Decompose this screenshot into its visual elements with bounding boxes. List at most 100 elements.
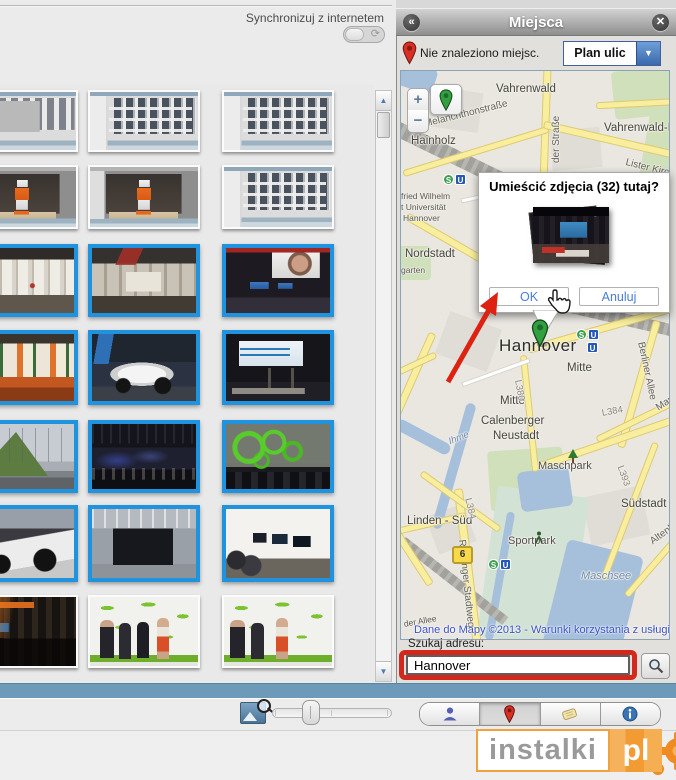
- photo-sc-face: [226, 248, 330, 313]
- people-view-button[interactable]: [420, 703, 480, 725]
- ubahn-icon: U: [588, 329, 599, 340]
- photo-sc-darkhall: [92, 424, 196, 489]
- map-zoom-in-button[interactable]: +: [407, 88, 429, 111]
- ubahn-icon: U: [500, 559, 511, 570]
- tags-view-button[interactable]: [541, 703, 601, 725]
- panel-collapse-button[interactable]: «: [403, 14, 420, 31]
- sync-toggle-knob[interactable]: [345, 28, 364, 41]
- map-label: Vahrenwald: [496, 83, 556, 95]
- photo-thumbnail[interactable]: [88, 90, 200, 152]
- map-label: Calenberger: [481, 415, 544, 427]
- photo-thumbnail[interactable]: [222, 165, 334, 229]
- logo-text: instalki: [489, 734, 597, 767]
- ubahn-icon: U: [455, 174, 466, 185]
- thumbnail-size-slider-track[interactable]: [272, 708, 392, 718]
- grid-scrollbar[interactable]: ▲ ▼: [375, 90, 392, 682]
- sbahn-icon: S: [443, 174, 454, 185]
- cancel-button[interactable]: Anuluj: [579, 287, 659, 306]
- photo-sc-robot2: [90, 167, 198, 227]
- instalki-watermark: instalki pl: [476, 729, 676, 772]
- map-zoom-out-button[interactable]: −: [407, 110, 429, 133]
- panel-title: Miejsca: [396, 9, 676, 36]
- map-label: Mitte: [567, 362, 592, 374]
- red-place-pin-icon: [402, 41, 417, 65]
- photo-thumbnail[interactable]: [88, 244, 200, 317]
- map-label: t Universität: [401, 202, 446, 212]
- photo-thumbnail[interactable]: [222, 244, 334, 317]
- thumbnail-zoom-icon: [240, 702, 266, 724]
- photo-sc-pearl: [90, 597, 198, 666]
- photo-thumbnail[interactable]: [0, 165, 78, 229]
- scroll-up-button[interactable]: ▲: [376, 91, 391, 111]
- draggable-green-pin[interactable]: [531, 319, 549, 347]
- photo-sc-shot: [224, 167, 332, 227]
- photo-sc-intel: [92, 509, 196, 578]
- photo-thumbnail[interactable]: [222, 595, 334, 668]
- no-places-status: Nie znaleziono miejsc.: [420, 46, 539, 60]
- photo-sc-hall: [0, 248, 74, 313]
- photo-thumbnail[interactable]: [0, 420, 78, 493]
- photo-stack-front: [533, 207, 609, 263]
- route-6-badge: 6: [452, 546, 473, 564]
- drop-pin-tool-button[interactable]: [430, 84, 462, 115]
- map-copyright-link[interactable]: Dane do Mapy ©2013 - Warunki korzystania…: [414, 624, 670, 636]
- photo-thumbnail[interactable]: [0, 330, 78, 405]
- photo-thumbnail[interactable]: [88, 420, 200, 493]
- photo-sc-racecar: [0, 509, 74, 578]
- pedestrian-icon: [534, 531, 544, 544]
- scrollbar-thumb[interactable]: [377, 112, 390, 138]
- top-divider: [0, 5, 392, 7]
- map-label: Südstadt: [621, 498, 666, 510]
- water-area: [400, 418, 452, 457]
- info-view-button[interactable]: [601, 703, 660, 725]
- photo-thumbnail[interactable]: [88, 505, 200, 582]
- photo-sc-shot2: [0, 92, 76, 150]
- places-view-button[interactable]: [480, 703, 540, 725]
- logo-text-box: instalki: [476, 729, 610, 772]
- tree-icon: [567, 449, 579, 464]
- photo-sc-orange: [0, 597, 76, 666]
- popup-title: Umieścić zdjęcia (32) tutaj?: [479, 179, 669, 194]
- photo-thumbnail[interactable]: [222, 90, 334, 152]
- photo-thumbnail[interactable]: [88, 165, 200, 229]
- sync-toggle[interactable]: ⟳: [343, 26, 385, 43]
- photo-sc-gallery: [226, 509, 330, 578]
- photo-thumbnail[interactable]: [222, 505, 334, 582]
- annotation-arrow: [438, 290, 508, 388]
- photo-sc-experten: [226, 334, 330, 401]
- sync-internet-label: Synchronizuj z internetem: [246, 11, 384, 25]
- photo-thumbnail[interactable]: [222, 330, 334, 405]
- photo-sc-hallred: [92, 248, 196, 313]
- tag-icon: [561, 707, 579, 721]
- panel-close-button[interactable]: ✕: [652, 14, 669, 31]
- map-label: Linden - Süd: [407, 515, 472, 527]
- map-label: der Straße: [551, 116, 562, 163]
- photo-thumbnail[interactable]: [0, 244, 78, 317]
- photo-thumbnail[interactable]: [0, 90, 78, 152]
- scroll-down-button[interactable]: ▼: [376, 661, 391, 681]
- logo-tld-text: pl: [623, 734, 650, 768]
- map-label: L384: [601, 404, 624, 419]
- photo-thumbnail[interactable]: [0, 595, 78, 668]
- map-label: Nordstadt: [405, 248, 455, 260]
- map-label: Hannover: [403, 213, 440, 223]
- search-button[interactable]: [641, 653, 670, 679]
- thumbnail-size-slider-handle[interactable]: [302, 700, 320, 725]
- map-label: Hainholz: [411, 135, 456, 147]
- photo-thumbnail[interactable]: [222, 420, 334, 493]
- search-address-label: Szukaj adresu:: [408, 638, 484, 650]
- photo-thumbnail[interactable]: [0, 505, 78, 582]
- map-type-dropdown[interactable]: Plan ulic ▼: [563, 41, 661, 66]
- person-icon: [442, 706, 458, 722]
- search-icon: [648, 658, 664, 674]
- sbahn-icon: S: [488, 559, 499, 570]
- dropdown-arrow-icon[interactable]: ▼: [636, 42, 660, 65]
- photo-sc-robot: [0, 167, 76, 227]
- green-pin-icon: [439, 89, 453, 111]
- photo-sc-pyramid: [0, 424, 74, 489]
- map-label: fried Wilhelm: [401, 191, 450, 201]
- photo-thumbnail[interactable]: [88, 595, 200, 668]
- photo-thumbnail[interactable]: [88, 330, 200, 405]
- place-pin-icon: [503, 705, 516, 723]
- photo-sc-india: [0, 334, 74, 401]
